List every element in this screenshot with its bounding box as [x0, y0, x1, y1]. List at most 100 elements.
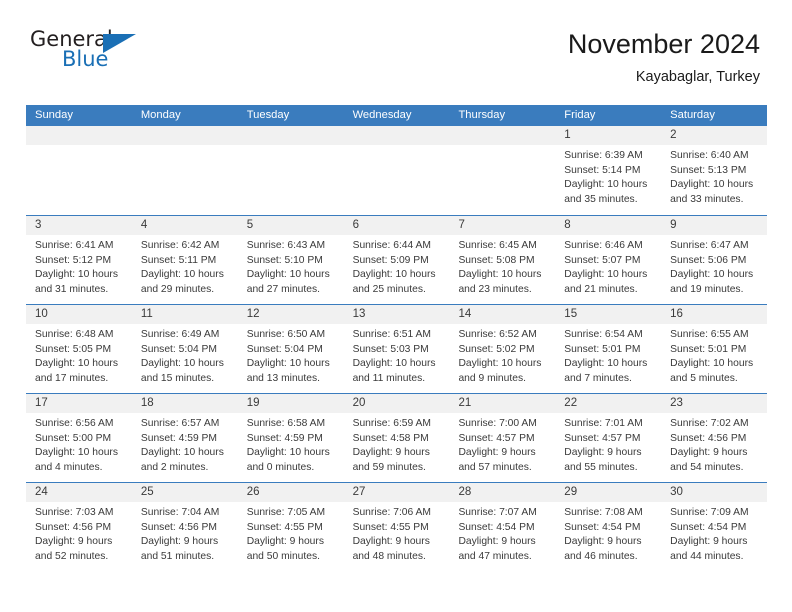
- sunset-time: Sunset: 5:04 PM: [140, 343, 217, 355]
- calendar-day-cell[interactable]: 22 Sunrise: 7:01 AM Sunset: 4:57 PM Dayligh…: [555, 394, 662, 482]
- day-details: Sunrise: 6:45 AM Sunset: 5:08 PM Daylight:…: [449, 235, 555, 297]
- daylight-duration-line-2: and 54 minutes.: [670, 461, 744, 473]
- calendar-day-cell[interactable]: 30 Sunrise: 7:09 AM Sunset: 4:54 PM Dayligh…: [661, 483, 768, 571]
- calendar-day-cell[interactable]: 3 Sunrise: 6:41 AM Sunset: 5:12 PM Daylight…: [26, 216, 132, 304]
- calendar-day-cell[interactable]: 11 Sunrise: 6:49 AM Sunset: 5:04 PM Dayligh…: [131, 305, 238, 393]
- sunset-time: Sunset: 4:58 PM: [352, 432, 429, 444]
- calendar-day-cell[interactable]: 12 Sunrise: 6:50 AM Sunset: 5:04 PM Dayligh…: [237, 305, 344, 393]
- sunset-time: Sunset: 5:00 PM: [35, 432, 112, 444]
- sunset-time: Sunset: 5:13 PM: [670, 164, 747, 176]
- day-number-band: 17: [26, 394, 132, 413]
- sunrise-time: Sunrise: 7:09 AM: [670, 507, 749, 518]
- daylight-duration-line-2: and 19 minutes.: [670, 283, 744, 295]
- day-details: Sunrise: 6:44 AM Sunset: 5:09 PM Daylight:…: [344, 235, 450, 297]
- day-number: 30: [670, 486, 683, 498]
- day-number-band: 22: [555, 394, 662, 413]
- day-number-band: 7: [449, 216, 556, 235]
- calendar-day-cell[interactable]: 9 Sunrise: 6:47 AM Sunset: 5:06 PM Daylight…: [661, 216, 768, 304]
- sunset-time: Sunset: 4:59 PM: [246, 432, 323, 444]
- calendar-day-cell[interactable]: 25 Sunrise: 7:04 AM Sunset: 4:56 PM Dayligh…: [131, 483, 238, 571]
- sunset-time: Sunset: 5:10 PM: [246, 254, 323, 266]
- calendar-day-cell[interactable]: 8 Sunrise: 6:46 AM Sunset: 5:07 PM Daylight…: [555, 216, 662, 304]
- calendar-day-cell[interactable]: 27 Sunrise: 7:06 AM Sunset: 4:55 PM Dayligh…: [343, 483, 450, 571]
- calendar-day-cell-empty: [26, 126, 132, 215]
- sunrise-time: Sunrise: 6:49 AM: [140, 329, 220, 340]
- day-number-band: 4: [131, 216, 238, 235]
- daylight-duration-line-2: and 50 minutes.: [246, 550, 320, 562]
- day-number-band: 9: [661, 216, 768, 235]
- weekday-header-friday: Friday: [564, 109, 596, 121]
- day-number-band: 15: [555, 305, 662, 324]
- sunset-time: Sunset: 4:54 PM: [670, 521, 747, 533]
- day-number-band: [449, 126, 556, 145]
- sunrise-time: Sunrise: 7:03 AM: [35, 507, 114, 518]
- calendar-day-cell[interactable]: 24 Sunrise: 7:03 AM Sunset: 4:56 PM Dayligh…: [26, 483, 132, 571]
- sunset-time: Sunset: 4:54 PM: [564, 521, 641, 533]
- calendar-day-cell[interactable]: 18 Sunrise: 6:57 AM Sunset: 4:59 PM Dayligh…: [131, 394, 238, 482]
- daylight-duration-line-1: Daylight: 9 hours: [458, 536, 536, 548]
- calendar-page: General Blue November 2024 Kayabaglar, T…: [0, 0, 792, 612]
- calendar-day-cell[interactable]: 28 Sunrise: 7:07 AM Sunset: 4:54 PM Dayligh…: [449, 483, 556, 571]
- calendar-day-cell[interactable]: 6 Sunrise: 6:44 AM Sunset: 5:09 PM Daylight…: [343, 216, 450, 304]
- calendar-day-cell[interactable]: 23 Sunrise: 7:02 AM Sunset: 4:56 PM Dayligh…: [661, 394, 768, 482]
- general-blue-logo[interactable]: General Blue: [30, 28, 150, 74]
- day-details: Sunrise: 6:46 AM Sunset: 5:07 PM Daylight:…: [555, 235, 661, 297]
- daylight-duration-line-1: Daylight: 10 hours: [670, 269, 754, 281]
- calendar-day-cell[interactable]: 20 Sunrise: 6:59 AM Sunset: 4:58 PM Dayligh…: [343, 394, 450, 482]
- calendar-day-cell[interactable]: 16 Sunrise: 6:55 AM Sunset: 5:01 PM Dayligh…: [661, 305, 768, 393]
- calendar-day-cell[interactable]: 5 Sunrise: 6:43 AM Sunset: 5:10 PM Daylight…: [237, 216, 344, 304]
- sunset-time: Sunset: 4:55 PM: [246, 521, 323, 533]
- calendar-day-cell-empty: [237, 126, 344, 215]
- daylight-duration-line-2: and 7 minutes.: [564, 372, 632, 384]
- day-number-band: 28: [449, 483, 556, 502]
- daylight-duration-line-1: Daylight: 10 hours: [246, 358, 330, 370]
- calendar-day-cell[interactable]: 2 Sunrise: 6:40 AM Sunset: 5:13 PM Daylight…: [661, 126, 768, 215]
- day-number-band: 29: [555, 483, 662, 502]
- daylight-duration-line-2: and 15 minutes.: [140, 372, 215, 384]
- calendar-day-cell[interactable]: 7 Sunrise: 6:45 AM Sunset: 5:08 PM Daylight…: [449, 216, 556, 304]
- day-number-band: 19: [237, 394, 344, 413]
- daylight-duration-line-1: Daylight: 10 hours: [35, 358, 118, 370]
- weekday-header-sunday: Sunday: [35, 109, 73, 121]
- day-number-band: 10: [26, 305, 132, 324]
- calendar-day-cell[interactable]: 17 Sunrise: 6:56 AM Sunset: 5:00 PM Dayligh…: [26, 394, 132, 482]
- day-number: 26: [246, 486, 260, 498]
- sunset-time: Sunset: 4:56 PM: [670, 432, 747, 444]
- day-number: 27: [352, 486, 366, 498]
- calendar-day-cell[interactable]: 10 Sunrise: 6:48 AM Sunset: 5:05 PM Dayligh…: [26, 305, 132, 393]
- day-details: Sunrise: 6:39 AM Sunset: 5:14 PM Daylight:…: [555, 145, 661, 207]
- daylight-duration-line-1: Daylight: 9 hours: [564, 447, 642, 459]
- sunrise-time: Sunrise: 7:00 AM: [458, 418, 537, 429]
- day-number-band: 13: [343, 305, 450, 324]
- calendar-day-cell[interactable]: 13 Sunrise: 6:51 AM Sunset: 5:03 PM Dayligh…: [343, 305, 450, 393]
- calendar-week-row: 10 Sunrise: 6:48 AM Sunset: 5:05 PM Dayligh…: [26, 304, 768, 393]
- day-number: 20: [352, 397, 366, 409]
- calendar-day-cell[interactable]: 19 Sunrise: 6:58 AM Sunset: 4:59 PM Dayligh…: [237, 394, 344, 482]
- calendar-day-cell[interactable]: 29 Sunrise: 7:08 AM Sunset: 4:54 PM Dayligh…: [555, 483, 662, 571]
- daylight-duration-line-2: and 25 minutes.: [352, 283, 426, 295]
- day-details: Sunrise: 6:52 AM Sunset: 5:02 PM Daylight:…: [449, 324, 555, 386]
- day-details: Sunrise: 6:58 AM Sunset: 4:59 PM Daylight:…: [238, 413, 344, 475]
- day-number: 11: [140, 308, 153, 320]
- daylight-duration-line-2: and 33 minutes.: [670, 193, 744, 205]
- day-number: 18: [140, 397, 154, 409]
- calendar-week-row: 17 Sunrise: 6:56 AM Sunset: 5:00 PM Dayligh…: [26, 393, 768, 482]
- daylight-duration-line-1: Daylight: 9 hours: [140, 536, 219, 548]
- calendar-day-cell[interactable]: 14 Sunrise: 6:52 AM Sunset: 5:02 PM Dayligh…: [449, 305, 556, 393]
- calendar-day-cell[interactable]: 21 Sunrise: 7:00 AM Sunset: 4:57 PM Dayligh…: [449, 394, 556, 482]
- calendar-day-cell[interactable]: 4 Sunrise: 6:42 AM Sunset: 5:11 PM Daylight…: [131, 216, 238, 304]
- day-number: 3: [35, 219, 42, 231]
- day-number: 1: [564, 129, 571, 141]
- calendar-day-cell[interactable]: 1 Sunrise: 6:39 AM Sunset: 5:14 PM Daylight…: [555, 126, 662, 215]
- daylight-duration-line-1: Daylight: 9 hours: [670, 447, 748, 459]
- sunset-time: Sunset: 4:56 PM: [140, 521, 217, 533]
- calendar-day-cell[interactable]: 26 Sunrise: 7:05 AM Sunset: 4:55 PM Dayligh…: [237, 483, 344, 571]
- sunrise-time: Sunrise: 6:59 AM: [352, 418, 431, 429]
- weekday-header-tuesday: Tuesday: [246, 109, 290, 121]
- day-number: 15: [564, 308, 578, 320]
- day-details: Sunrise: 6:43 AM Sunset: 5:10 PM Daylight:…: [238, 235, 344, 297]
- day-number: 17: [35, 397, 48, 409]
- sunrise-time: Sunrise: 7:06 AM: [352, 507, 431, 518]
- calendar-day-cell[interactable]: 15 Sunrise: 6:54 AM Sunset: 5:01 PM Dayligh…: [555, 305, 662, 393]
- calendar-week-row: 1 Sunrise: 6:39 AM Sunset: 5:14 PM Daylight…: [26, 126, 768, 215]
